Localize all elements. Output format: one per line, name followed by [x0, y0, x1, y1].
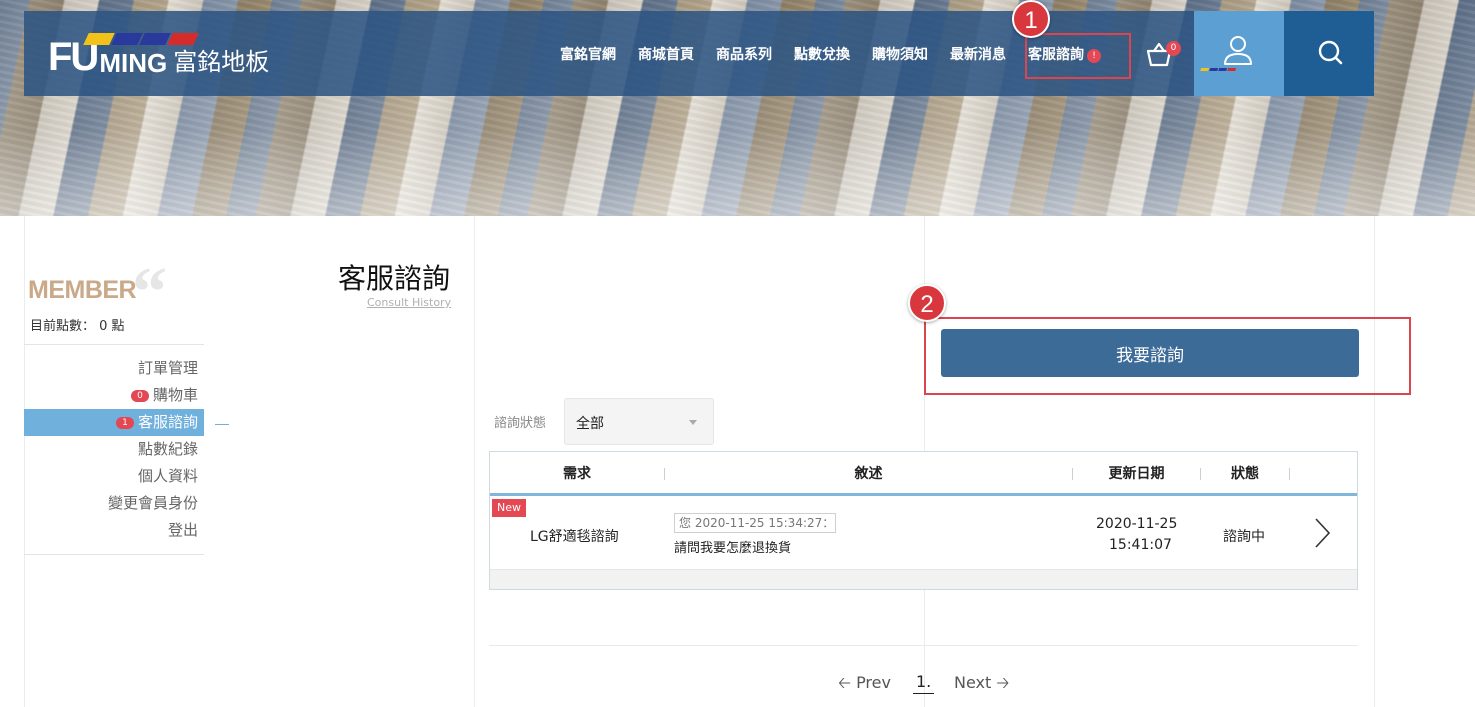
pagination-prev[interactable]: 🡠 Prev [838, 672, 891, 699]
pagination-current-page[interactable]: 1. [913, 672, 935, 694]
page-subtitle: Consult History [367, 296, 452, 309]
sidebar-item-label: 訂單管理 [137, 359, 198, 377]
layout-guide [1374, 216, 1375, 707]
cart-count-badge: 0 [1166, 41, 1181, 56]
sidebar-item-logout[interactable]: 登出 [24, 517, 204, 544]
sidebar-item-label: 點數紀錄 [137, 440, 198, 458]
sidebar-item-profile[interactable]: 個人資料 [24, 463, 204, 490]
member-title: MEMBER [28, 276, 137, 304]
column-header-need: 需求 [563, 466, 591, 482]
sidebar-item-orders[interactable]: 訂單管理 [24, 355, 204, 382]
new-badge: New [492, 499, 526, 517]
sidebar-item-cart[interactable]: 0 購物車 [24, 382, 204, 409]
table-footer [490, 569, 1357, 589]
nav-mall-home[interactable]: 商城首頁 [627, 44, 705, 64]
sidebar-item-change-membership[interactable]: 變更會員身份 [24, 490, 204, 517]
column-divider [1289, 468, 1290, 480]
row-preview: 您 2020-11-25 15:34:27： [674, 513, 836, 533]
status-filter-select[interactable]: 全部 [564, 398, 714, 445]
arrow-left-icon: 🡠 [838, 673, 851, 692]
sidebar-service-badge: 1 [115, 417, 134, 429]
sidebar-cart-badge: 0 [130, 390, 149, 402]
chevron-down-icon [689, 420, 697, 425]
row-date: 2020-11-25 [1096, 516, 1178, 532]
status-filter-label: 諮詢狀態 [494, 416, 547, 431]
pagination-prev-label: Prev [856, 673, 891, 692]
column-header-status: 狀態 [1231, 466, 1259, 482]
pagination-next[interactable]: Next 🡢 [954, 672, 1009, 699]
quote-mark-icon: “ [132, 254, 167, 331]
sidebar-divider [24, 554, 204, 555]
page-title: 客服諮詢 [338, 262, 451, 295]
nav-product-series[interactable]: 商品系列 [705, 44, 783, 64]
pagination-divider [489, 645, 1358, 646]
nav-points-redeem[interactable]: 點數兌換 [783, 44, 861, 64]
inquiry-table: 需求 敘述 更新日期 狀態 New LG舒適毯諮詢 您 2020-11-25 1… [489, 451, 1358, 590]
pagination-next-label: Next [954, 673, 992, 692]
row-status: 諮詢中 [1223, 529, 1265, 545]
status-filter-value: 全部 [576, 416, 604, 432]
annotation-callout-2: 2 [908, 284, 946, 322]
search-icon [1318, 40, 1343, 65]
logo-cn: 富銘地板 [173, 48, 270, 76]
row-time: 15:41:07 [1109, 537, 1172, 553]
logo-stripes [83, 33, 199, 45]
sidebar-item-label: 變更會員身份 [107, 494, 198, 512]
nav-fuming-official[interactable]: 富銘官網 [549, 44, 627, 64]
chevron-right-icon[interactable] [1312, 517, 1332, 549]
sidebar-item-points-record[interactable]: 點數紀錄 [24, 436, 204, 463]
row-need: LG舒適毯諮詢 [530, 529, 619, 545]
annotation-callout-1: 1 [1012, 0, 1050, 38]
fuming-logo[interactable]: FU MING 富銘地板 [48, 33, 269, 77]
logo-ming: MING [99, 48, 168, 78]
row-description: 請問我要怎麼退換貨 [674, 541, 792, 556]
search-button[interactable] [1284, 11, 1374, 96]
sidebar-item-label: 個人資料 [137, 467, 198, 485]
sidebar-menu: 訂單管理 0 購物車 1 客服諮詢 點數紀錄 個人資料 變更會員身份 登出 [24, 355, 204, 544]
sidebar-item-customer-service[interactable]: 1 客服諮詢 [24, 409, 204, 436]
sidebar-item-label: 購物車 [152, 386, 198, 404]
arrow-right-icon: 🡢 [996, 673, 1010, 692]
sidebar-item-label: 登出 [167, 521, 198, 539]
annotation-box-2 [924, 317, 1411, 395]
nav-shopping-notice[interactable]: 購物須知 [861, 44, 939, 64]
active-indicator [215, 424, 229, 425]
column-header-updated: 更新日期 [1108, 466, 1165, 482]
annotation-box-1 [1025, 33, 1131, 79]
sidebar-item-label: 客服諮詢 [137, 413, 198, 431]
column-header-description: 敘述 [854, 466, 883, 482]
table-header: 需求 敘述 更新日期 狀態 [490, 452, 1357, 496]
layout-guide [474, 216, 475, 707]
points-balance: 目前點數： 0 點 [30, 319, 125, 334]
sidebar-divider [24, 344, 204, 345]
table-row[interactable]: New LG舒適毯諮詢 您 2020-11-25 15:34:27： 請問我要怎… [490, 499, 1357, 569]
member-button[interactable] [1194, 11, 1284, 96]
nav-latest-news[interactable]: 最新消息 [939, 44, 1017, 64]
user-icon [1200, 36, 1252, 71]
